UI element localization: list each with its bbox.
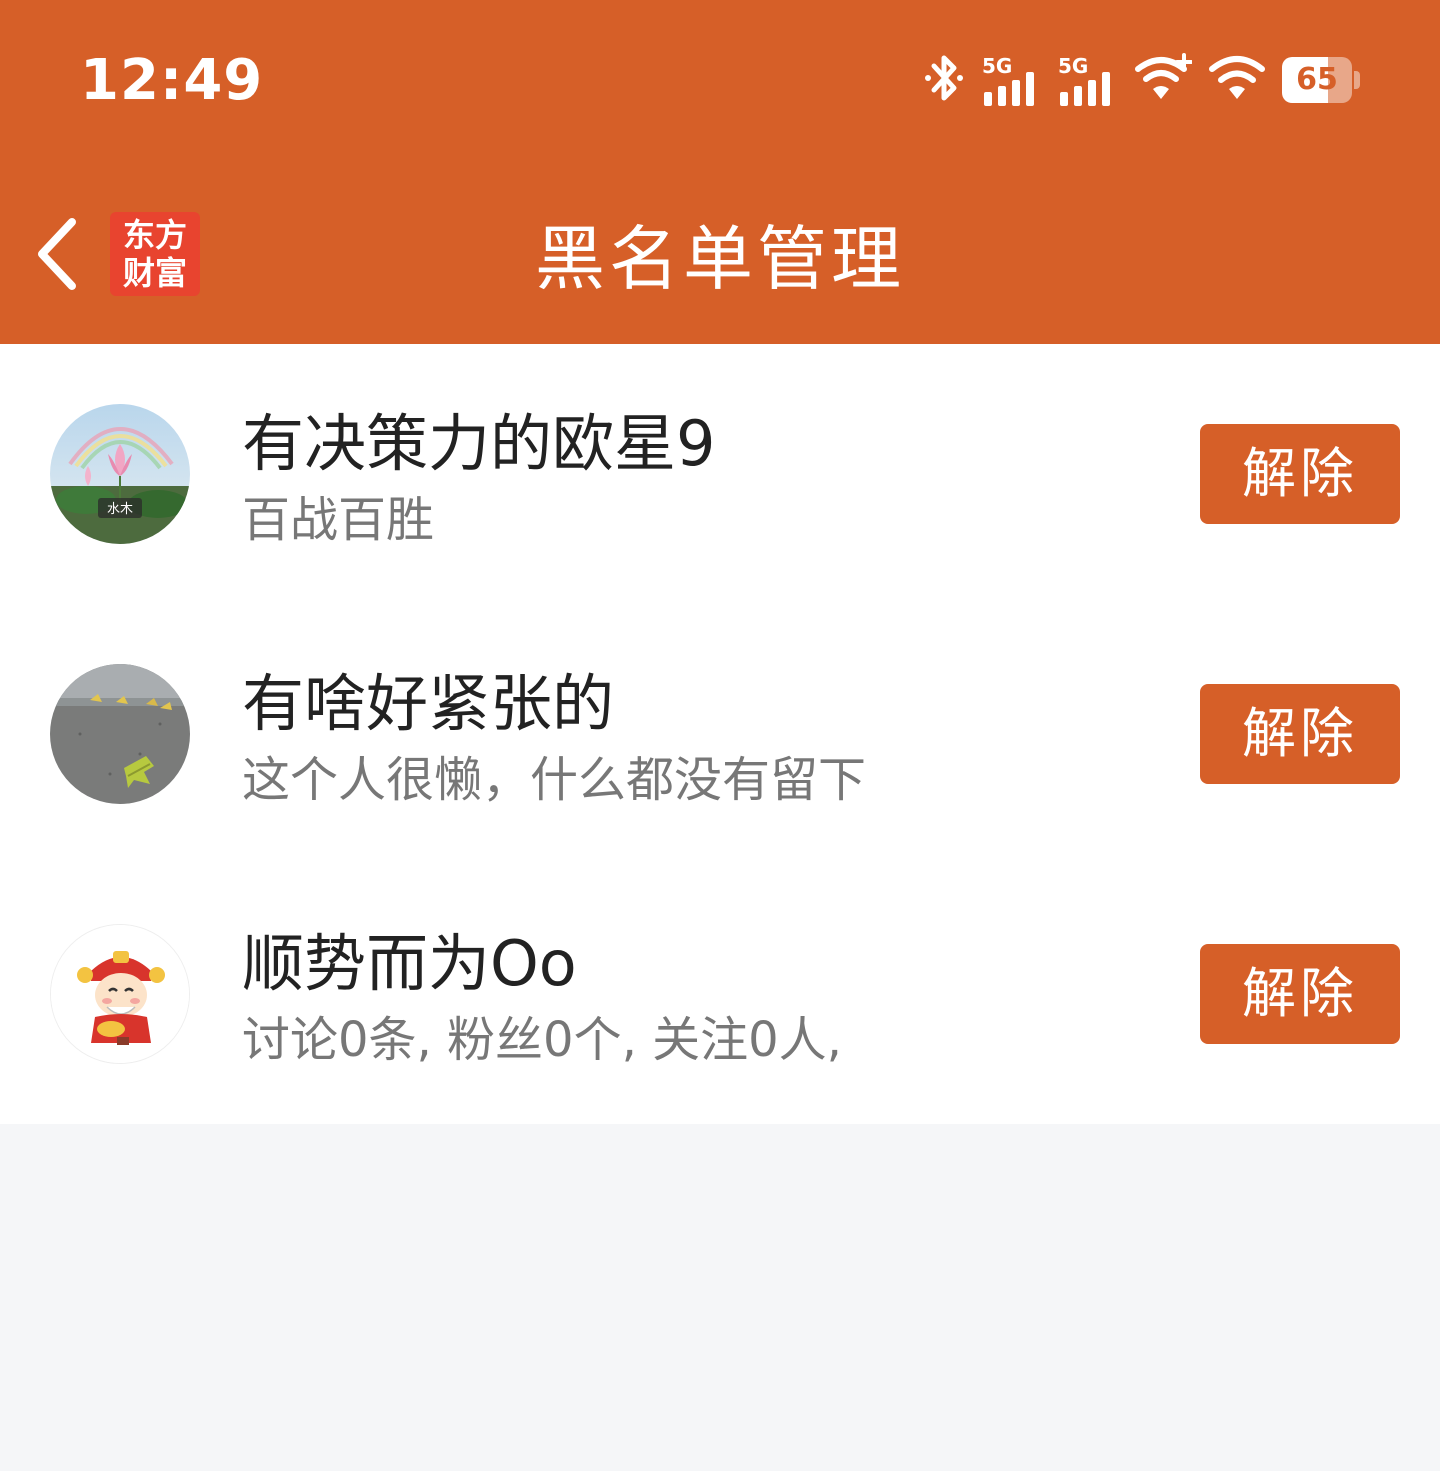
list-item: 水木 有决策力的欧星9 百战百胜 解除 <box>0 344 1440 604</box>
user-description: 百战百胜 <box>242 492 435 548</box>
user-name[interactable]: 有决策力的欧星9 <box>242 404 715 484</box>
list-item: 顺势而为Oo 讨论0条, 粉丝0个, 关注0人, 解除 <box>0 864 1440 1124</box>
status-icons: 5G 5G 65 <box>922 52 1360 108</box>
battery-level: 65 <box>1296 62 1338 97</box>
header: 12:49 5G 5G 65 东方 财富 黑名单管理 <box>0 0 1440 344</box>
avatar[interactable] <box>50 924 190 1064</box>
battery-icon: 65 <box>1282 57 1360 103</box>
unblock-button[interactable]: 解除 <box>1200 944 1400 1044</box>
status-time: 12:49 <box>80 48 264 113</box>
user-description: 这个人很懒，什么都没有留下 <box>242 752 867 808</box>
empty-area <box>0 1124 1440 1471</box>
blacklist: 水木 有决策力的欧星9 百战百胜 解除 有啥好紧张的 这个人很懒，什么都没有留下… <box>0 344 1440 1124</box>
bluetooth-icon <box>922 52 966 108</box>
wifi-icon <box>1134 53 1193 107</box>
user-description: 讨论0条, 粉丝0个, 关注0人, <box>242 1012 842 1068</box>
avatar-watermark: 水木 <box>107 502 133 517</box>
unblock-button[interactable]: 解除 <box>1200 424 1400 524</box>
user-name[interactable]: 有啥好紧张的 <box>242 664 614 744</box>
cellular-signal-icon: 5G <box>1058 54 1118 106</box>
page-title: 黑名单管理 <box>535 218 905 300</box>
avatar[interactable] <box>50 664 190 804</box>
list-item: 有啥好紧张的 这个人很懒，什么都没有留下 解除 <box>0 604 1440 864</box>
user-name[interactable]: 顺势而为Oo <box>242 924 577 1004</box>
cellular-signal-icon: 5G <box>982 54 1042 106</box>
avatar[interactable]: 水木 <box>50 404 190 544</box>
unblock-button[interactable]: 解除 <box>1200 684 1400 784</box>
wifi-icon <box>1208 53 1266 107</box>
